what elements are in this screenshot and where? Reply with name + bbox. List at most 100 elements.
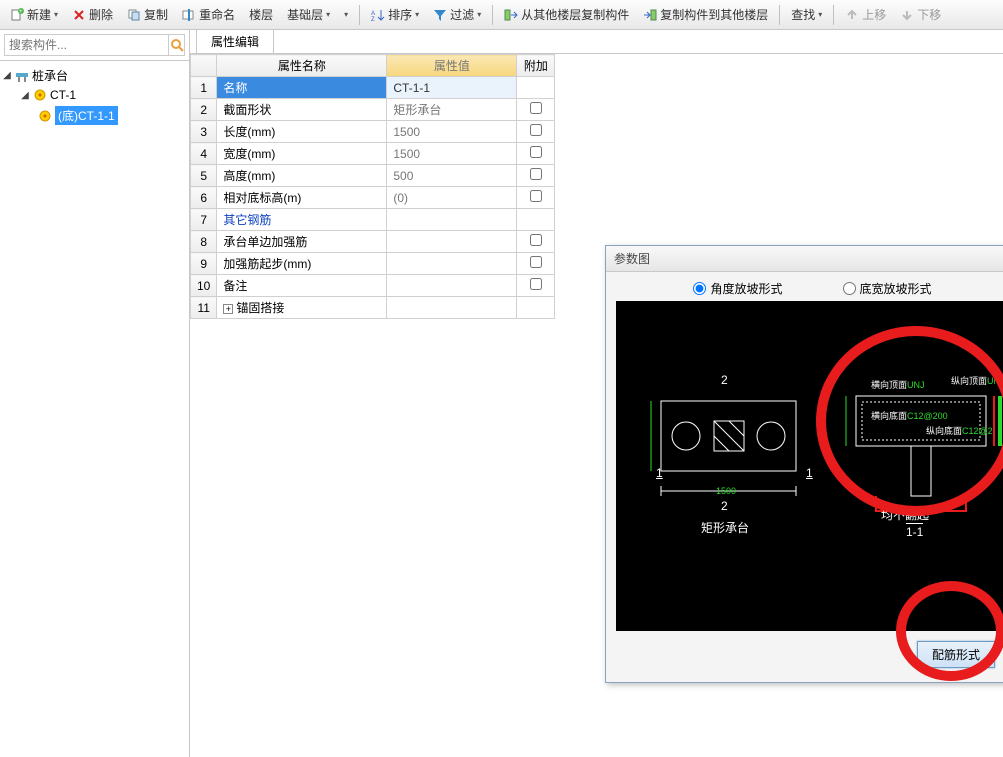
value-cell[interactable] — [387, 275, 517, 297]
prop-name: 加强筋起步(mm) — [223, 257, 311, 271]
add-checkbox[interactable] — [530, 190, 542, 202]
floor-combo[interactable]: 基础层 ▾ — [281, 4, 336, 25]
value-cell[interactable]: CT-1-1 — [387, 77, 517, 99]
table-row[interactable]: 2截面形状矩形承台 — [191, 99, 555, 121]
name-cell[interactable]: 长度(mm) — [217, 121, 387, 143]
tree-child1[interactable]: ◢ CT-1 — [2, 86, 187, 104]
add-checkbox[interactable] — [530, 124, 542, 136]
opt-width-slope[interactable]: 底宽放坡形式 — [843, 280, 932, 297]
add-checkbox[interactable] — [530, 256, 542, 268]
separator — [359, 5, 360, 25]
add-cell[interactable] — [517, 143, 555, 165]
floor-value: 基础层 — [287, 6, 323, 23]
opt-angle-label: 角度放坡形式 — [710, 280, 782, 297]
name-cell[interactable]: +锚固搭接 — [217, 297, 387, 319]
table-row[interactable]: 9加强筋起步(mm) — [191, 253, 555, 275]
tree-root[interactable]: ◢ 桩承台 — [2, 65, 187, 86]
search-button[interactable] — [168, 34, 185, 56]
table-row[interactable]: 10备注 — [191, 275, 555, 297]
copy-button[interactable]: 复制 — [121, 4, 174, 25]
col-header-name[interactable]: 属性名称 — [217, 55, 387, 77]
value-cell[interactable]: (0) — [387, 187, 517, 209]
sort-button[interactable]: AZ 排序 ▾ — [365, 4, 425, 25]
add-cell[interactable] — [517, 275, 555, 297]
name-cell[interactable]: 宽度(mm) — [217, 143, 387, 165]
add-cell[interactable] — [517, 121, 555, 143]
add-cell[interactable] — [517, 231, 555, 253]
delete-button[interactable]: 删除 — [66, 4, 119, 25]
table-row[interactable]: 3长度(mm)1500 — [191, 121, 555, 143]
value-cell[interactable]: 1500 — [387, 143, 517, 165]
table-row[interactable]: 11+锚固搭接 — [191, 297, 555, 319]
collapse-icon[interactable]: ◢ — [20, 90, 30, 101]
add-cell[interactable] — [517, 209, 555, 231]
value-cell[interactable] — [387, 253, 517, 275]
value-cell[interactable] — [387, 297, 517, 319]
name-cell[interactable]: 高度(mm) — [217, 165, 387, 187]
name-cell[interactable]: 备注 — [217, 275, 387, 297]
collapse-icon[interactable]: ◢ — [2, 70, 12, 81]
name-cell[interactable]: 其它钢筋 — [217, 209, 387, 231]
col-header-value[interactable]: 属性值 — [387, 55, 517, 77]
row-number: 10 — [191, 275, 217, 297]
value-cell[interactable] — [387, 231, 517, 253]
rename-label: 重命名 — [199, 6, 235, 23]
filter-button[interactable]: 过滤 ▾ — [427, 4, 487, 25]
add-cell[interactable] — [517, 99, 555, 121]
copy-from-other-button[interactable]: 从其他楼层复制构件 — [498, 4, 635, 25]
main-area: ◢ 桩承台 ◢ CT-1 (底)CT-1-1 属性编辑 属性名称 — [0, 30, 1003, 757]
new-icon: + — [10, 8, 24, 22]
search-input[interactable] — [4, 34, 168, 56]
component-icon — [38, 109, 52, 123]
value-cell[interactable]: 500 — [387, 165, 517, 187]
find-button[interactable]: 查找 ▾ — [785, 4, 828, 25]
new-button[interactable]: + 新建 ▾ — [4, 4, 64, 25]
floor-extra-caret[interactable]: ▾ — [338, 8, 354, 21]
value-cell[interactable]: 矩形承台 — [387, 99, 517, 121]
add-cell[interactable] — [517, 77, 555, 99]
tab-property-edit[interactable]: 属性编辑 — [196, 29, 274, 53]
add-cell[interactable] — [517, 165, 555, 187]
row-number: 8 — [191, 231, 217, 253]
table-row[interactable]: 6相对底标高(m)(0) — [191, 187, 555, 209]
radio-width[interactable] — [843, 282, 856, 295]
rename-button[interactable]: 重命名 — [176, 4, 241, 25]
table-row[interactable]: 4宽度(mm)1500 — [191, 143, 555, 165]
copy-to-other-button[interactable]: 复制构件到其他楼层 — [637, 4, 774, 25]
expand-icon[interactable]: + — [223, 304, 233, 314]
add-checkbox[interactable] — [530, 168, 542, 180]
add-cell[interactable] — [517, 297, 555, 319]
cad-lab-top-h: 横向顶面UNJ — [871, 378, 925, 391]
separator — [779, 5, 780, 25]
table-row[interactable]: 8承台单边加强筋 — [191, 231, 555, 253]
value-cell[interactable]: 1500 — [387, 121, 517, 143]
name-cell[interactable]: 加强筋起步(mm) — [217, 253, 387, 275]
add-cell[interactable] — [517, 187, 555, 209]
move-down-button[interactable]: 下移 — [894, 4, 947, 25]
add-cell[interactable] — [517, 253, 555, 275]
cad-canvas[interactable]: 2 1 1 2 1500 矩形承台 — [616, 301, 1003, 631]
table-row[interactable]: 7其它钢筋 — [191, 209, 555, 231]
name-cell[interactable]: 相对底标高(m) — [217, 187, 387, 209]
value-cell[interactable] — [387, 209, 517, 231]
radio-angle[interactable] — [693, 282, 706, 295]
name-cell[interactable]: 名称 — [217, 77, 387, 99]
new-label: 新建 — [27, 6, 51, 23]
opt-angle-slope[interactable]: 角度放坡形式 — [693, 280, 782, 297]
table-row[interactable]: 5高度(mm)500 — [191, 165, 555, 187]
col-header-add[interactable]: 附加 — [517, 55, 555, 77]
dialog-footer: 配筋形式 — [606, 631, 1003, 682]
add-checkbox[interactable] — [530, 234, 542, 246]
table-row[interactable]: 1名称CT-1-1 — [191, 77, 555, 99]
name-cell[interactable]: 截面形状 — [217, 99, 387, 121]
add-checkbox[interactable] — [530, 146, 542, 158]
prop-name: 名称 — [223, 81, 247, 95]
name-cell[interactable]: 承台单边加强筋 — [217, 231, 387, 253]
add-checkbox[interactable] — [530, 102, 542, 114]
rebar-form-button[interactable]: 配筋形式 — [917, 641, 995, 668]
prop-name: 长度(mm) — [223, 125, 275, 139]
tree-child2[interactable]: (底)CT-1-1 — [2, 104, 187, 127]
move-up-button[interactable]: 上移 — [839, 4, 892, 25]
row-number: 11 — [191, 297, 217, 319]
add-checkbox[interactable] — [530, 278, 542, 290]
